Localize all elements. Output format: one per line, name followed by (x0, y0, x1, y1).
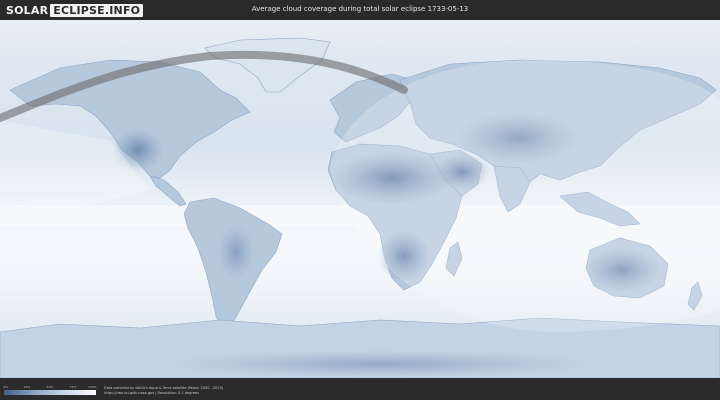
footer-bar: 0% 25% 50% 75% 100% Data provided by NAS… (0, 378, 720, 400)
legend-tick: 100% (88, 385, 97, 389)
clear-south-america (218, 224, 254, 280)
credit-line-url[interactable]: https://neo.sci.gsfc.nasa.gov | Resoluti… (104, 391, 223, 396)
legend-tick: 25% (23, 385, 31, 389)
legend-tick: 75% (69, 385, 77, 389)
legend-tick: 0% (3, 385, 9, 389)
header-bar: SOLAR ECLIPSE.INFO Average cloud coverag… (0, 0, 720, 20)
cloud-coverage-legend: 0% 25% 50% 75% 100% (3, 385, 97, 398)
legend-tick: 50% (46, 385, 54, 389)
cloud-coverage-map (0, 20, 720, 378)
map-title: Average cloud coverage during total sola… (251, 5, 469, 13)
legend-color-bar (4, 390, 96, 395)
clear-antarctica (160, 350, 600, 378)
world-map-svg (0, 20, 720, 378)
data-credits: Data provided by NASA's Aqua & Terra sat… (104, 386, 223, 396)
